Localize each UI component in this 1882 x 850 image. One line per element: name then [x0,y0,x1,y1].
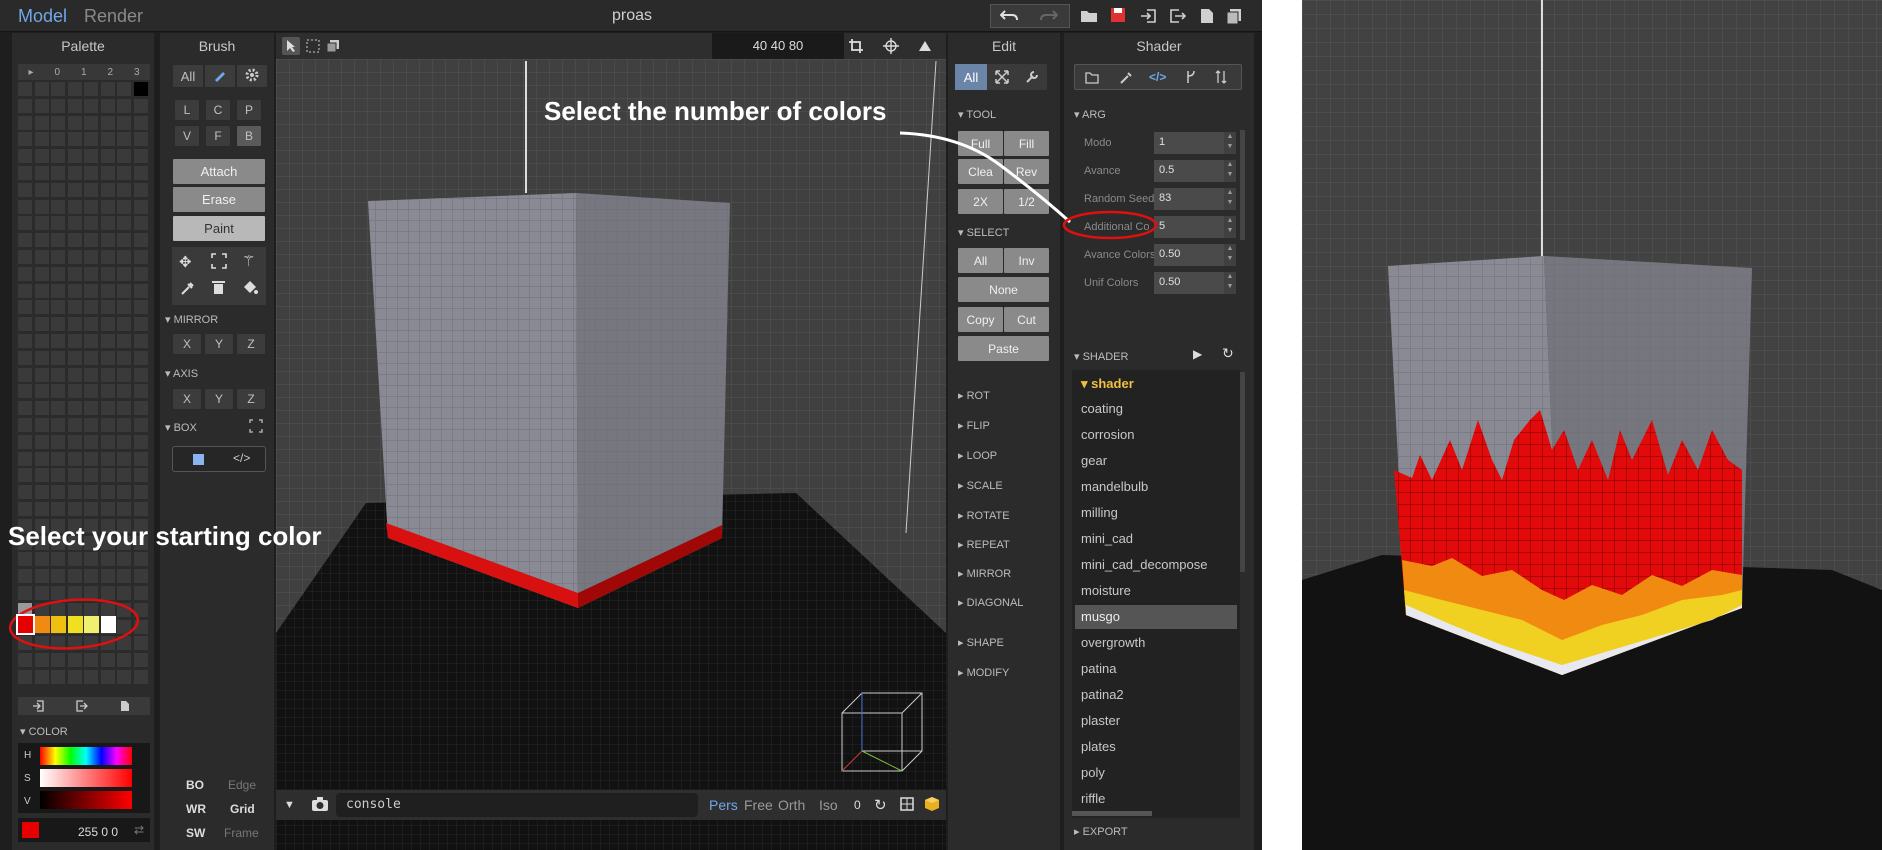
annotation-overlay [8,131,1158,650]
app-window: Model Render proas Palette ▸ 0 1 2 3 ▾ C… [0,0,1262,850]
render-preview [1302,0,1882,850]
annotation-colors-count: Select the number of colors [544,96,887,126]
render-preview-svg [1302,0,1882,850]
annotation-starting-color: Select your starting color [8,521,322,551]
starting-color-swatch[interactable] [51,616,66,633]
starting-color-swatch[interactable] [34,616,50,633]
starting-color-swatch[interactable] [67,616,83,633]
starting-color-swatch[interactable] [16,614,35,635]
starting-color-swatch[interactable] [100,616,116,633]
starting-color-swatch[interactable] [84,616,99,633]
